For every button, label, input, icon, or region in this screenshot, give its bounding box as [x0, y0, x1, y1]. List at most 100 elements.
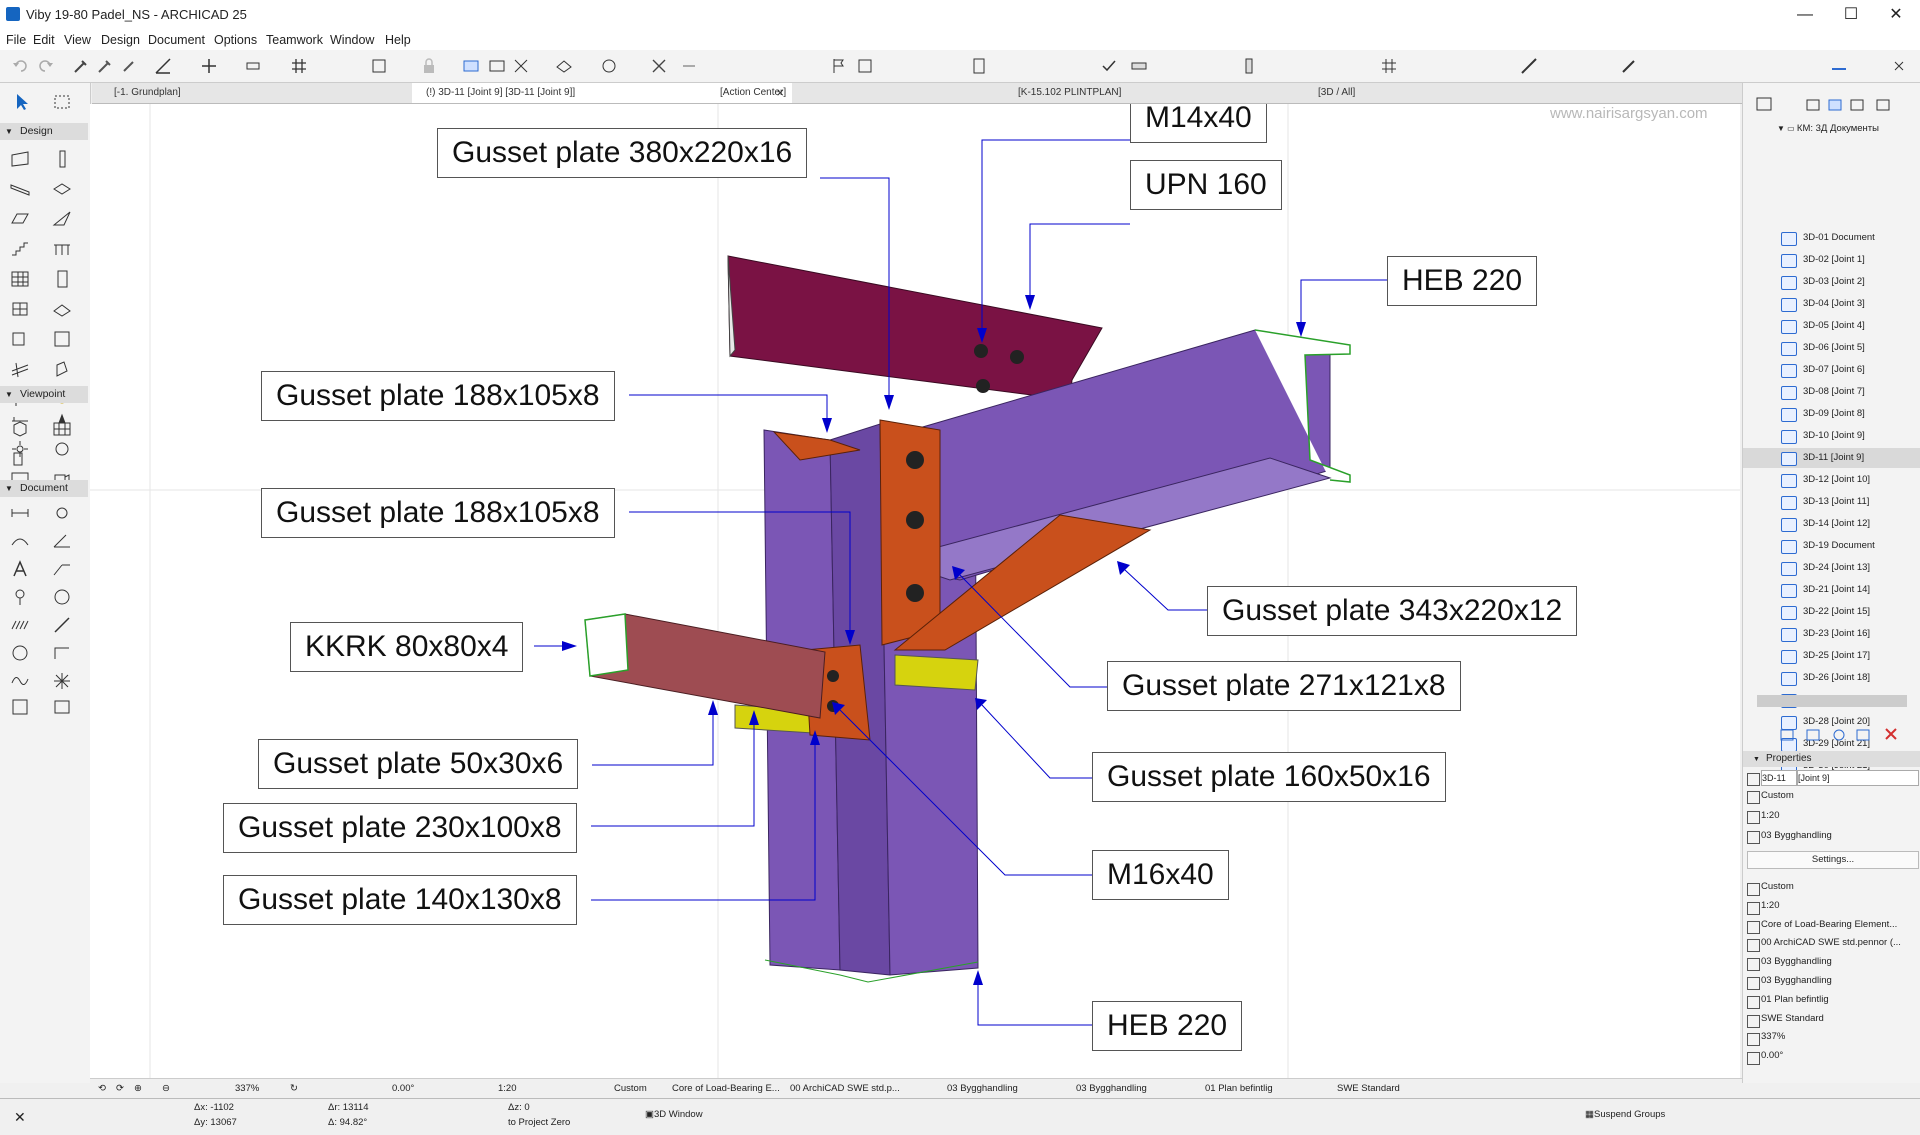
- to-project-zero[interactable]: to Project Zero: [508, 1117, 570, 1128]
- setting-row[interactable]: 03 Bygghandling: [1761, 975, 1832, 986]
- view-item[interactable]: 3D-19 Document: [1803, 536, 1875, 556]
- arrow-select-icon[interactable]: [12, 92, 32, 112]
- section-document[interactable]: ▼ Document: [0, 480, 88, 497]
- worksheet-tool-icon[interactable]: [52, 439, 72, 459]
- railing-tool-icon[interactable]: [52, 239, 72, 259]
- wall-tool-icon[interactable]: [10, 149, 30, 169]
- view-item[interactable]: 3D-07 [Joint 6]: [1803, 360, 1865, 380]
- guide-lines-icon[interactable]: [200, 57, 218, 75]
- view-item[interactable]: 3D-05 [Joint 4]: [1803, 316, 1865, 336]
- section-viewpoint[interactable]: ▼ Viewpoint: [0, 386, 88, 403]
- scale-value[interactable]: 1:20: [498, 1083, 517, 1094]
- setting-row[interactable]: 337%: [1761, 1031, 1785, 1042]
- flag-icon[interactable]: [830, 57, 848, 75]
- dimension-icon[interactable]: [512, 57, 530, 75]
- redo-view-icon[interactable]: ⟳: [116, 1083, 124, 1094]
- renovation-filter-value[interactable]: 01 Plan befintlig: [1205, 1083, 1273, 1094]
- trace-icon[interactable]: [462, 57, 480, 75]
- elevation-tool-icon[interactable]: [52, 409, 72, 429]
- menu-help[interactable]: Help: [385, 33, 411, 47]
- object-tool-icon[interactable]: [10, 329, 30, 349]
- menu-edit[interactable]: Edit: [33, 33, 55, 47]
- view-item[interactable]: 3D-10 [Joint 9]: [1803, 426, 1865, 446]
- setting-row[interactable]: Custom: [1761, 881, 1794, 892]
- undo-view-icon[interactable]: ⟲: [98, 1083, 106, 1094]
- stair-tool-icon[interactable]: [10, 239, 30, 259]
- dimension-standard-value[interactable]: SWE Standard: [1337, 1083, 1400, 1094]
- curtain-wall-tool-icon[interactable]: [10, 269, 30, 289]
- horizontal-scrollbar[interactable]: [1757, 695, 1907, 707]
- ruler-icon[interactable]: [1520, 57, 1538, 75]
- arc-tool-icon[interactable]: [10, 643, 30, 663]
- close-marker-icon[interactable]: ✕: [14, 1109, 26, 1126]
- lock-icon[interactable]: [420, 57, 438, 75]
- check-icon[interactable]: [1100, 57, 1118, 75]
- angle-value[interactable]: 0.00°: [392, 1083, 414, 1094]
- fill-tool-icon[interactable]: [10, 615, 30, 635]
- roof-tool-icon[interactable]: [10, 209, 30, 229]
- tab-3d-all[interactable]: [3D / All]: [1302, 83, 1602, 103]
- save-view-icon[interactable]: [1805, 726, 1821, 742]
- view-item[interactable]: 3D-25 [Joint 17]: [1803, 646, 1870, 666]
- setting-row[interactable]: 1:20: [1761, 900, 1780, 911]
- snap-points-icon[interactable]: [244, 57, 262, 75]
- view-item[interactable]: 3D-11 [Joint 9]: [1803, 448, 1864, 468]
- navigator-project-map-icon[interactable]: [1755, 96, 1779, 112]
- tab-plintplan[interactable]: [K-15.102 PLINTPLAN]: [1002, 83, 1302, 103]
- column-tool-icon[interactable]: [52, 149, 72, 169]
- view-item[interactable]: 3D-04 [Joint 3]: [1803, 294, 1865, 314]
- wall-icon[interactable]: [1130, 57, 1148, 75]
- tab-action-center[interactable]: [Action Center]: [704, 83, 994, 103]
- view-item[interactable]: 3D-24 [Joint 13]: [1803, 558, 1870, 578]
- snap-guide-icon[interactable]: [154, 57, 172, 75]
- polyline-tool-icon[interactable]: [52, 643, 72, 663]
- model-view-value[interactable]: 03 Bygghandling: [947, 1083, 1018, 1094]
- more-tools-icon[interactable]: [1890, 57, 1908, 75]
- 3d-viewport[interactable]: www.nairisargsyan.com Gusset plate 380x2…: [90, 104, 1740, 1079]
- zoom-icon[interactable]: ⊖: [162, 1083, 170, 1094]
- marker-tool-icon[interactable]: [10, 587, 30, 607]
- property-name-field[interactable]: [Joint 9]: [1797, 770, 1919, 786]
- close-button[interactable]: ✕: [1885, 4, 1907, 26]
- maximize-button[interactable]: ☐: [1840, 4, 1862, 26]
- hotspot-tool-icon[interactable]: [52, 671, 72, 691]
- view-item[interactable]: 3D-09 [Joint 8]: [1803, 404, 1865, 424]
- drawing-tool-icon[interactable]: [52, 697, 72, 717]
- section-tool-icon[interactable]: [10, 409, 30, 429]
- menu-view[interactable]: View: [64, 33, 91, 47]
- view-item[interactable]: 3D-22 [Joint 15]: [1803, 602, 1870, 622]
- layer-icon[interactable]: [370, 57, 388, 75]
- numbering-icon[interactable]: [488, 57, 506, 75]
- skylight-tool-icon[interactable]: [52, 299, 72, 319]
- trim-icon[interactable]: [680, 57, 698, 75]
- inject-icon[interactable]: [96, 57, 114, 75]
- column-icon[interactable]: [1240, 57, 1258, 75]
- graphic-override-value[interactable]: 03 Bygghandling: [1076, 1083, 1147, 1094]
- new-folder-icon[interactable]: [1779, 726, 1795, 742]
- menu-options[interactable]: Options: [214, 33, 257, 47]
- structure-display-value[interactable]: Core of Load-Bearing E...: [672, 1083, 780, 1094]
- view-item[interactable]: 3D-08 [Joint 7]: [1803, 382, 1865, 402]
- minimize-button[interactable]: —: [1794, 4, 1816, 26]
- redo-icon[interactable]: [36, 57, 54, 75]
- shell-tool-icon[interactable]: [52, 209, 72, 229]
- menu-document[interactable]: Document: [148, 33, 205, 47]
- 3d-window-button[interactable]: ▣ 3D Window: [645, 1109, 703, 1120]
- figure-tool-icon[interactable]: [10, 697, 30, 717]
- new-view-icon[interactable]: [1831, 726, 1847, 742]
- view-item[interactable]: 3D-26 [Joint 18]: [1803, 668, 1870, 688]
- pen-set-value[interactable]: 00 ArchiCAD SWE std.p...: [790, 1083, 900, 1094]
- marquee-icon[interactable]: [52, 92, 72, 112]
- circle-icon[interactable]: [600, 57, 618, 75]
- delete-view-icon[interactable]: [1883, 726, 1899, 742]
- view-item[interactable]: 3D-23 [Joint 16]: [1803, 624, 1870, 644]
- view-item[interactable]: 3D-12 [Joint 10]: [1803, 470, 1870, 490]
- publisher-sets-icon[interactable]: [1849, 96, 1865, 112]
- scissors-icon[interactable]: [650, 57, 668, 75]
- setting-row[interactable]: 00 ArchiCAD SWE std.pennor (...: [1761, 937, 1901, 948]
- tab-grundplan[interactable]: [-1. Grundplan]: [100, 83, 400, 103]
- door-tool-icon[interactable]: [52, 269, 72, 289]
- grid-snap-icon[interactable]: [1380, 57, 1398, 75]
- section-design[interactable]: ▼ Design: [0, 123, 88, 140]
- text-tool-icon[interactable]: [856, 57, 874, 75]
